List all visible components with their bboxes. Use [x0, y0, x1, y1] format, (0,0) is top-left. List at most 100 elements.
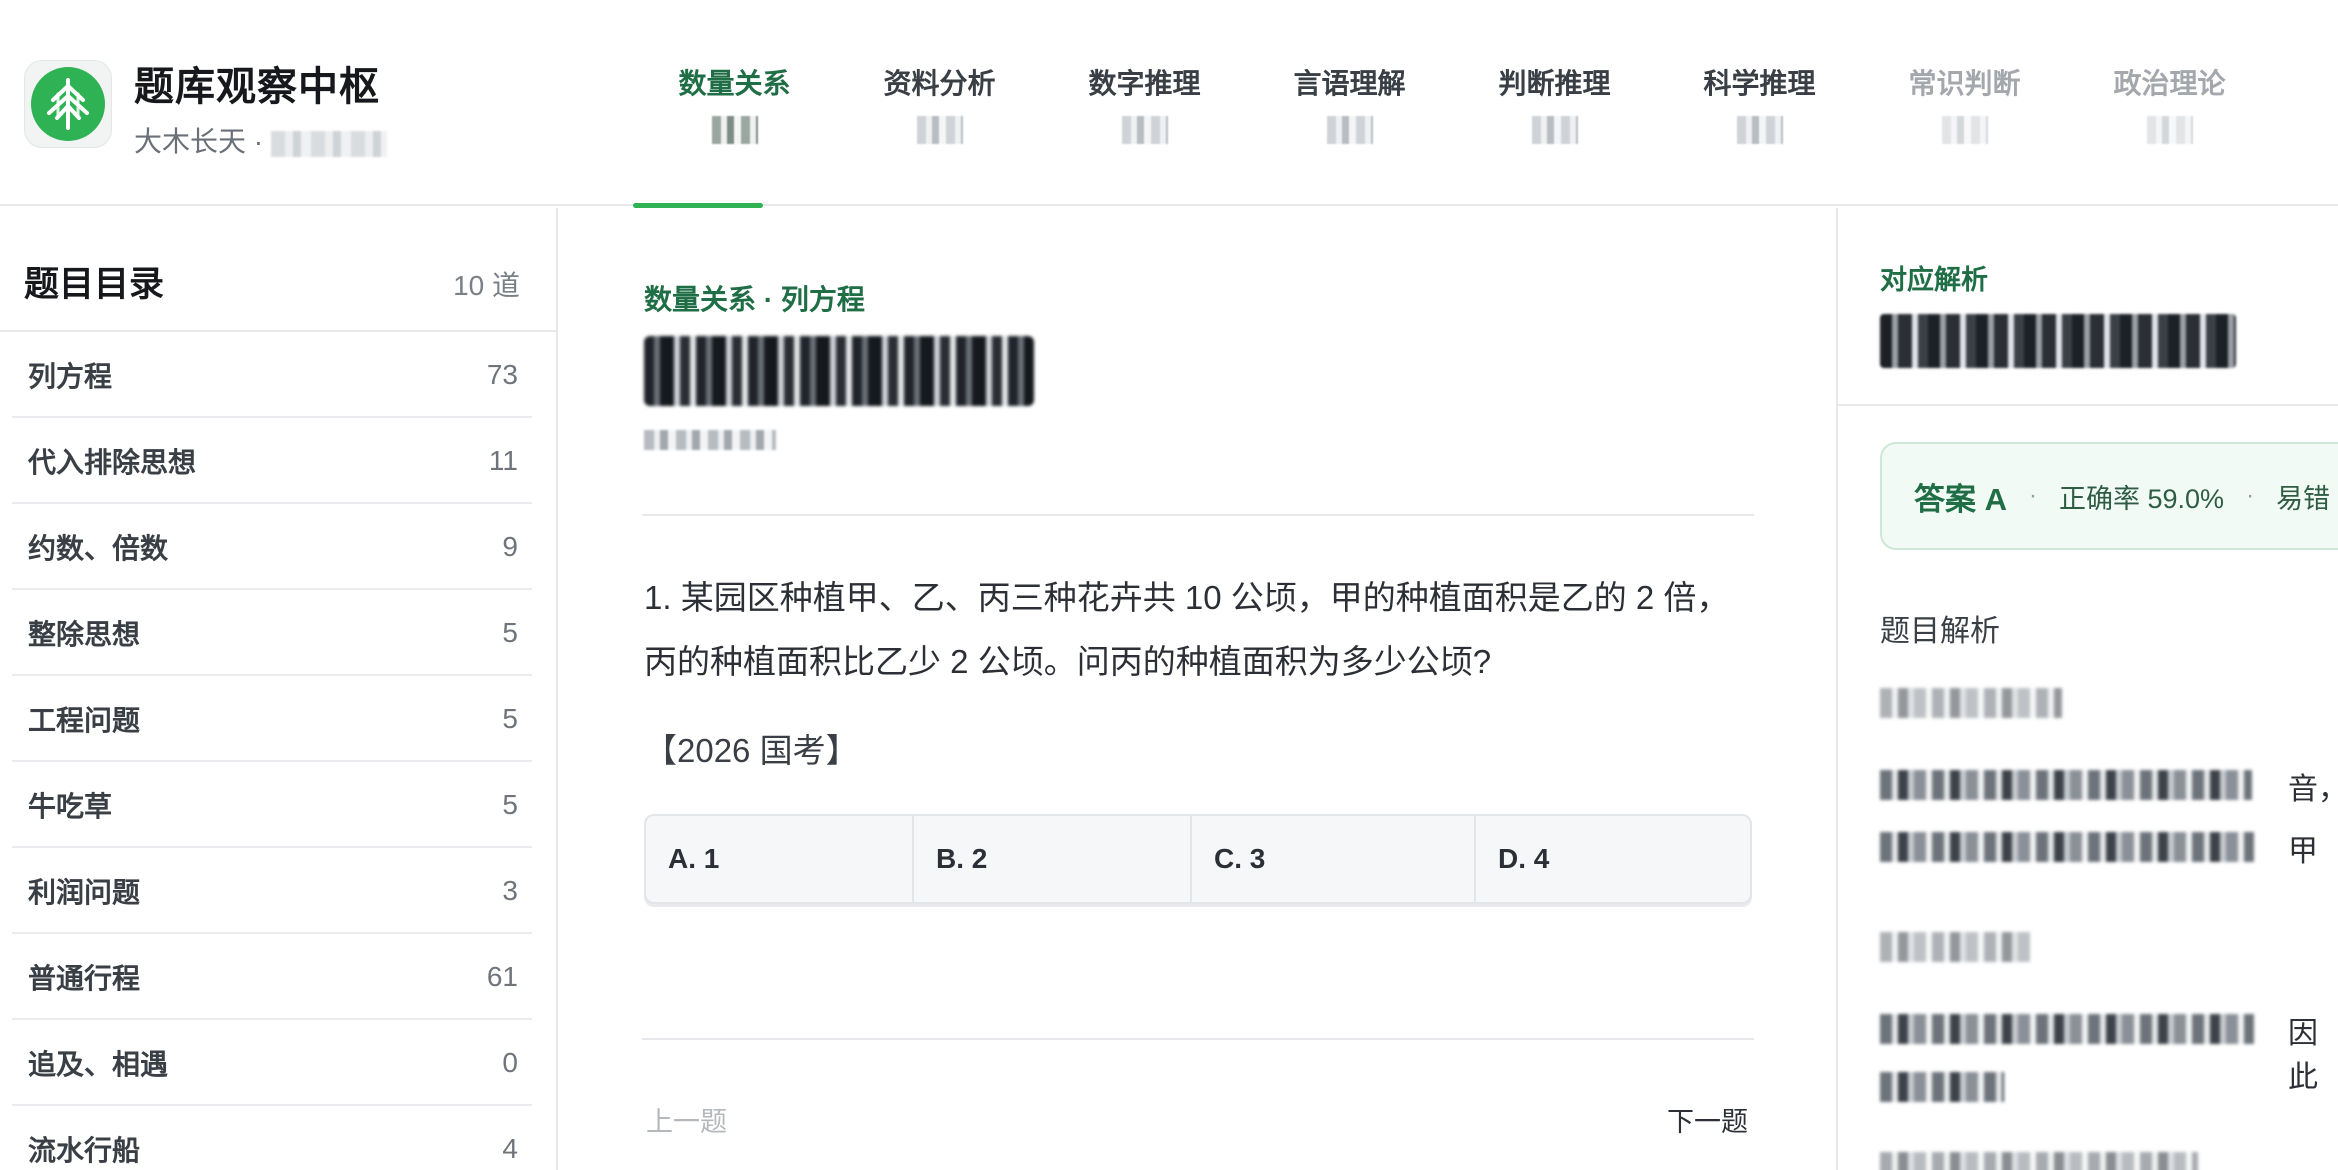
- analysis-section-title: 题目解析: [1880, 615, 2000, 648]
- next-question-button[interactable]: 下一题: [1667, 1100, 1748, 1139]
- divider: [642, 514, 1754, 516]
- redacted-text-line: [1880, 1014, 2254, 1044]
- tab-common-sense[interactable]: 常识判断: [1862, 0, 2067, 206]
- tab-label: 数字推理: [1088, 68, 1201, 99]
- accuracy-rate: 正确率 59.0%: [2059, 483, 2225, 514]
- directory-item[interactable]: 流水行船 4: [0, 1106, 556, 1170]
- directory-item-label: 利润问题: [28, 877, 141, 908]
- analysis-header: 对应解析: [1838, 208, 2338, 406]
- analysis-fragment: 音，: [2288, 773, 2338, 806]
- option-d[interactable]: D. 4: [1476, 816, 1750, 902]
- directory-item-label: 约数、倍数: [28, 533, 169, 564]
- directory-item-count: 61: [486, 961, 518, 992]
- question-panel: 数量关系 · 列方程 1. 某园区种植甲、乙、丙三种花卉共 10 公顷，甲的种植…: [560, 208, 1836, 1170]
- tab-label: 科学推理: [1703, 68, 1816, 99]
- breadcrumb: 数量关系 · 列方程: [644, 284, 865, 315]
- tab-count-redacted: [2146, 116, 2193, 144]
- answer-summary: 答案 A · 正确率 59.0% · 易错: [1880, 442, 2338, 550]
- directory-item-count: 3: [502, 875, 518, 906]
- analysis-kicker: 对应解析: [1880, 265, 1988, 295]
- redacted-text-line: [1880, 932, 2030, 962]
- tab-label: 常识判断: [1908, 68, 2021, 99]
- directory-total: 10 道: [453, 270, 520, 301]
- question-source: 【2026 国考】: [644, 732, 859, 769]
- directory-list: 列方程 73 代入排除思想 11 约数、倍数 9 整除思想 5 工程问题 5 牛吃草 5 利…: [0, 332, 556, 1170]
- directory-item-count: 11: [488, 445, 518, 476]
- tab-verbal[interactable]: 言语理解: [1247, 0, 1452, 206]
- redacted-username: [271, 130, 388, 157]
- top-header: 题库观察中枢 大木长天 · 数量关系 资料分析 数字推理 言语理解 判断推理 科…: [0, 0, 2338, 208]
- tab-count-redacted: [1736, 116, 1783, 144]
- tab-politics[interactable]: 政治理论: [2067, 0, 2272, 206]
- tab-label: 言语理解: [1293, 68, 1406, 99]
- subject-tabs: 数量关系 资料分析 数字推理 言语理解 判断推理 科学推理 常识判断 政治理论: [632, 0, 2272, 208]
- tab-count-redacted: [1326, 116, 1373, 144]
- analysis-fragment: 甲: [2288, 835, 2318, 868]
- directory-item-count: 5: [502, 703, 518, 734]
- directory-item[interactable]: 代入排除思想 11: [0, 418, 556, 504]
- redacted-text-line: [1880, 688, 2062, 718]
- redacted-text-line: [1880, 832, 2254, 862]
- option-c[interactable]: C. 3: [1192, 816, 1476, 902]
- option-b[interactable]: B. 2: [914, 816, 1192, 902]
- directory-header: 题目目录 10 道: [0, 208, 556, 332]
- divider: [642, 1038, 1754, 1040]
- question-id-redacted: [644, 336, 1034, 406]
- directory-item[interactable]: 列方程 73: [0, 332, 556, 418]
- directory-item-label: 普通行程: [28, 963, 141, 994]
- redacted-text-line: [1880, 770, 2252, 800]
- tab-label: 判断推理: [1498, 68, 1611, 99]
- redacted-text-line: [1880, 1072, 2004, 1102]
- error-prone-label: 易错: [2276, 483, 2331, 514]
- directory-item[interactable]: 普通行程 61: [0, 934, 556, 1020]
- directory-item-count: 0: [502, 1047, 518, 1078]
- tree-icon: [31, 67, 105, 141]
- directory-title: 题目目录: [24, 265, 165, 304]
- question-directory: 题目目录 10 道 列方程 73 代入排除思想 11 约数、倍数 9 整除思想 5 工程…: [0, 208, 558, 1170]
- tab-data-analysis[interactable]: 资料分析: [837, 0, 1042, 206]
- answer-options: A. 1 B. 2 C. 3 D. 4: [644, 814, 1752, 904]
- directory-item[interactable]: 牛吃草 5: [0, 762, 556, 848]
- separator-dot: ·: [2246, 482, 2255, 509]
- directory-item-count: 73: [486, 359, 518, 390]
- tab-count-redacted: [1531, 116, 1578, 144]
- tab-label: 政治理论: [2113, 68, 2226, 99]
- directory-item[interactable]: 利润问题 3: [0, 848, 556, 934]
- directory-item-label: 整除思想: [28, 619, 141, 650]
- prev-question-button[interactable]: 上一题: [646, 1100, 727, 1139]
- directory-item-count: 5: [502, 617, 518, 648]
- analysis-panel: 对应解析 答案 A · 正确率 59.0% · 易错 题目解析 音， 甲 因此: [1836, 208, 2338, 1170]
- app-logo[interactable]: [24, 60, 112, 148]
- directory-item-count: 9: [502, 531, 518, 562]
- question-stem: 1. 某园区种植甲、乙、丙三种花卉共 10 公顷，甲的种植面积是乙的 2 倍，丙…: [644, 579, 1730, 680]
- directory-item-label: 追及、相遇: [28, 1049, 169, 1080]
- tab-label: 资料分析: [883, 68, 996, 99]
- directory-item[interactable]: 整除思想 5: [0, 590, 556, 676]
- question-meta-redacted: [644, 430, 776, 450]
- tab-science[interactable]: 科学推理: [1657, 0, 1862, 206]
- directory-item-count: 4: [502, 1133, 518, 1164]
- directory-item[interactable]: 约数、倍数 9: [0, 504, 556, 590]
- tab-number-reasoning[interactable]: 数字推理: [1042, 0, 1247, 206]
- tab-count-redacted: [1941, 116, 1988, 144]
- analysis-id-redacted: [1880, 314, 2236, 368]
- app-subtitle-text: 大木长天 ·: [134, 126, 264, 157]
- directory-item[interactable]: 追及、相遇 0: [0, 1020, 556, 1106]
- tab-quantity[interactable]: 数量关系: [632, 0, 837, 208]
- directory-item-label: 流水行船: [28, 1135, 141, 1166]
- directory-item-label: 列方程: [28, 361, 113, 392]
- app-title: 题库观察中枢: [134, 65, 380, 109]
- directory-item-label: 工程问题: [28, 705, 141, 736]
- app-subtitle: 大木长天 ·: [134, 120, 388, 160]
- separator-dot: ·: [2029, 482, 2037, 509]
- redacted-text-line: [1880, 1152, 2198, 1170]
- tab-judgment[interactable]: 判断推理: [1452, 0, 1657, 206]
- directory-item-label: 牛吃草: [28, 791, 113, 822]
- directory-item-count: 5: [502, 789, 518, 820]
- tab-count-redacted: [916, 116, 963, 144]
- analysis-fragment: 因此: [2288, 1017, 2318, 1094]
- tab-count-redacted: [711, 116, 758, 144]
- directory-item[interactable]: 工程问题 5: [0, 676, 556, 762]
- tab-label: 数量关系: [678, 68, 791, 99]
- option-a[interactable]: A. 1: [646, 816, 914, 902]
